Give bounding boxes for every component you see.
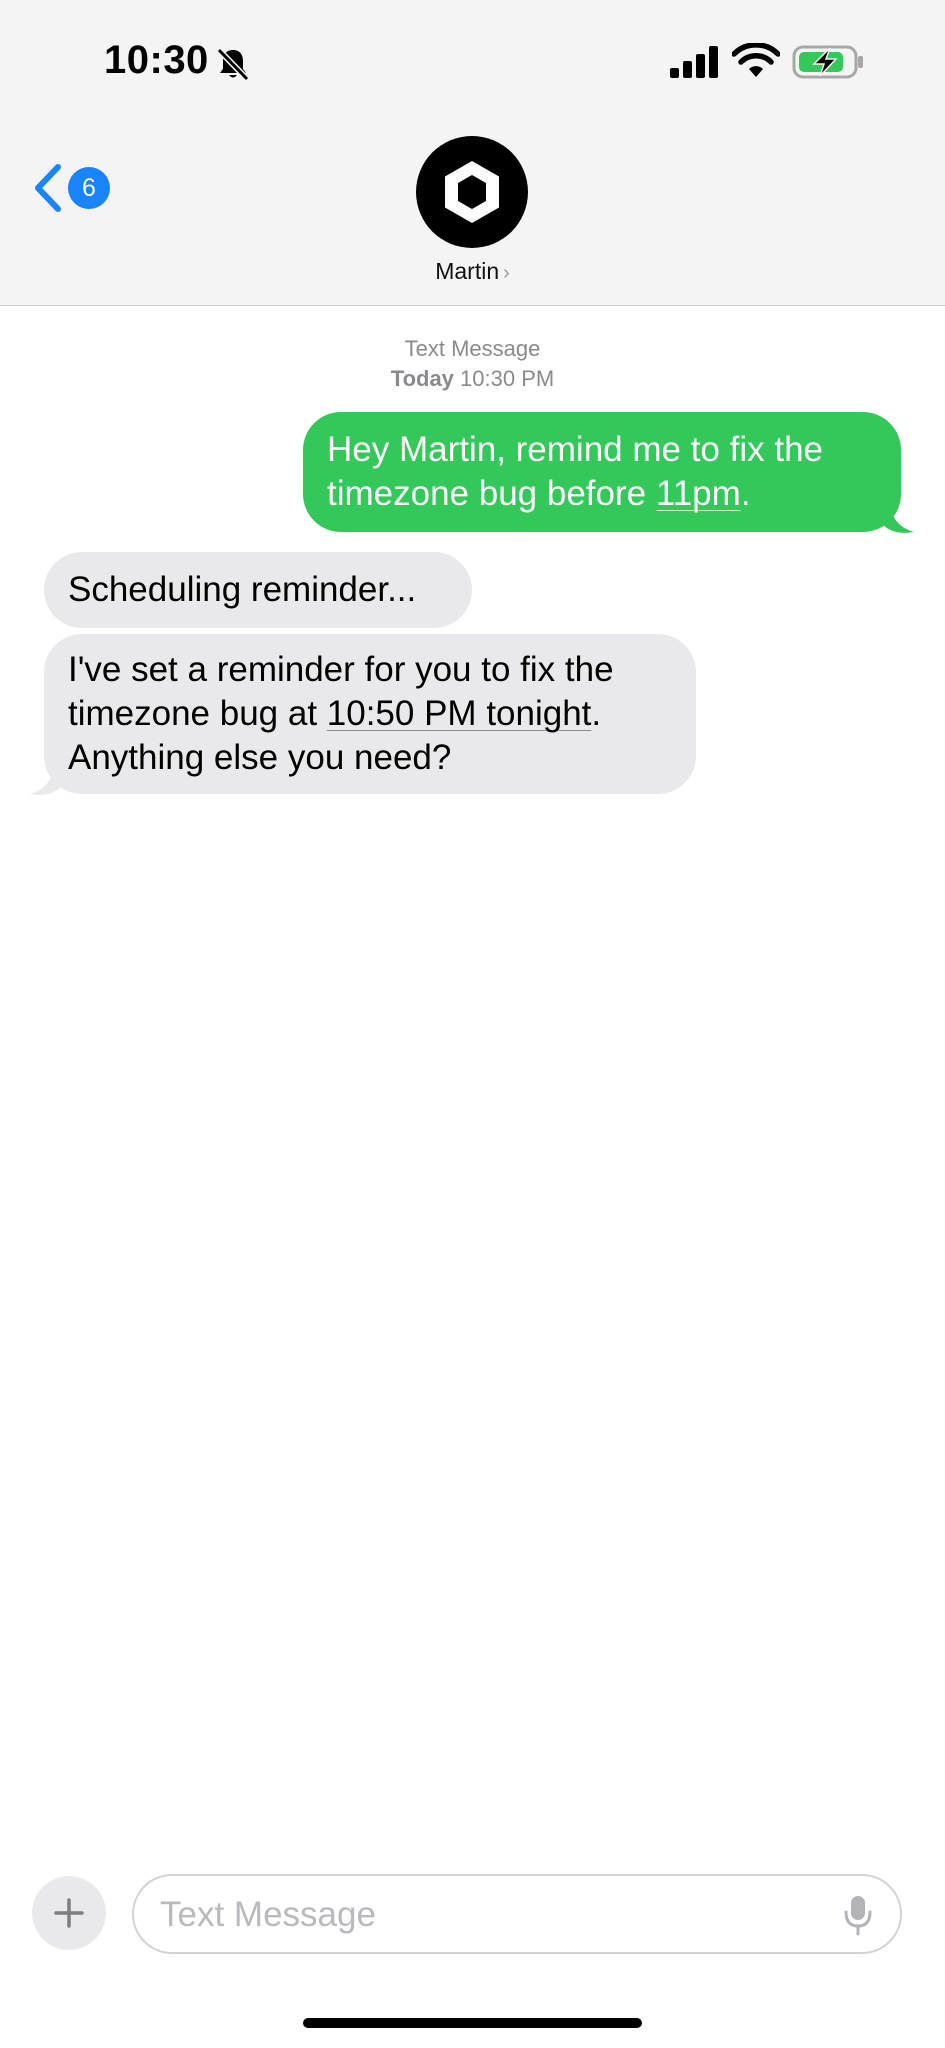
message-timestamp-header: Text Message Today 10:30 PM <box>0 334 945 394</box>
outgoing-message-bubble[interactable]: Hey Martin, remind me to fix the timezon… <box>303 412 901 532</box>
incoming-message-bubble[interactable]: Scheduling reminder... <box>44 552 472 628</box>
time-link[interactable]: 11pm <box>656 474 741 513</box>
bell-slash-icon <box>216 47 250 82</box>
conversation-header: 10:30 6 Martin › <box>0 0 945 306</box>
add-attachment-button[interactable] <box>32 1876 106 1950</box>
time-label: 10:30 PM <box>460 366 555 391</box>
status-time: 10:30 <box>104 38 209 82</box>
contact-name-button[interactable]: Martin › <box>0 258 945 285</box>
date-label: Today <box>390 366 454 391</box>
home-indicator <box>303 2018 642 2028</box>
status-bar: 10:30 <box>0 0 945 120</box>
message-text: Scheduling reminder... <box>68 570 417 609</box>
service-label: Text Message <box>404 336 541 361</box>
bubble-tail <box>30 762 64 795</box>
incoming-message-bubble[interactable]: I've set a reminder for you to fix the t… <box>44 634 696 794</box>
wifi-icon <box>732 43 780 77</box>
chevron-left-icon <box>35 164 61 212</box>
plus-icon <box>54 1898 84 1928</box>
chevron-right-icon: › <box>503 262 510 284</box>
message-input-container <box>132 1874 902 1954</box>
time-link[interactable]: 10:50 PM tonight <box>327 694 592 733</box>
bubble-tail <box>880 500 914 533</box>
hexagon-logo-icon <box>445 161 499 223</box>
microphone-icon[interactable] <box>842 1894 874 1936</box>
back-button[interactable]: 6 <box>32 160 122 216</box>
battery-charging-icon <box>792 45 863 79</box>
message-text-end: . <box>740 474 751 513</box>
contact-avatar[interactable] <box>416 136 528 248</box>
unread-count-badge: 6 <box>68 167 110 209</box>
message-input[interactable] <box>160 1890 820 1940</box>
cellular-signal-icon <box>670 46 718 78</box>
contact-name: Martin <box>435 258 500 284</box>
messages-screen: 10:30 6 Martin › Text Message Today 10:3… <box>0 0 945 2048</box>
